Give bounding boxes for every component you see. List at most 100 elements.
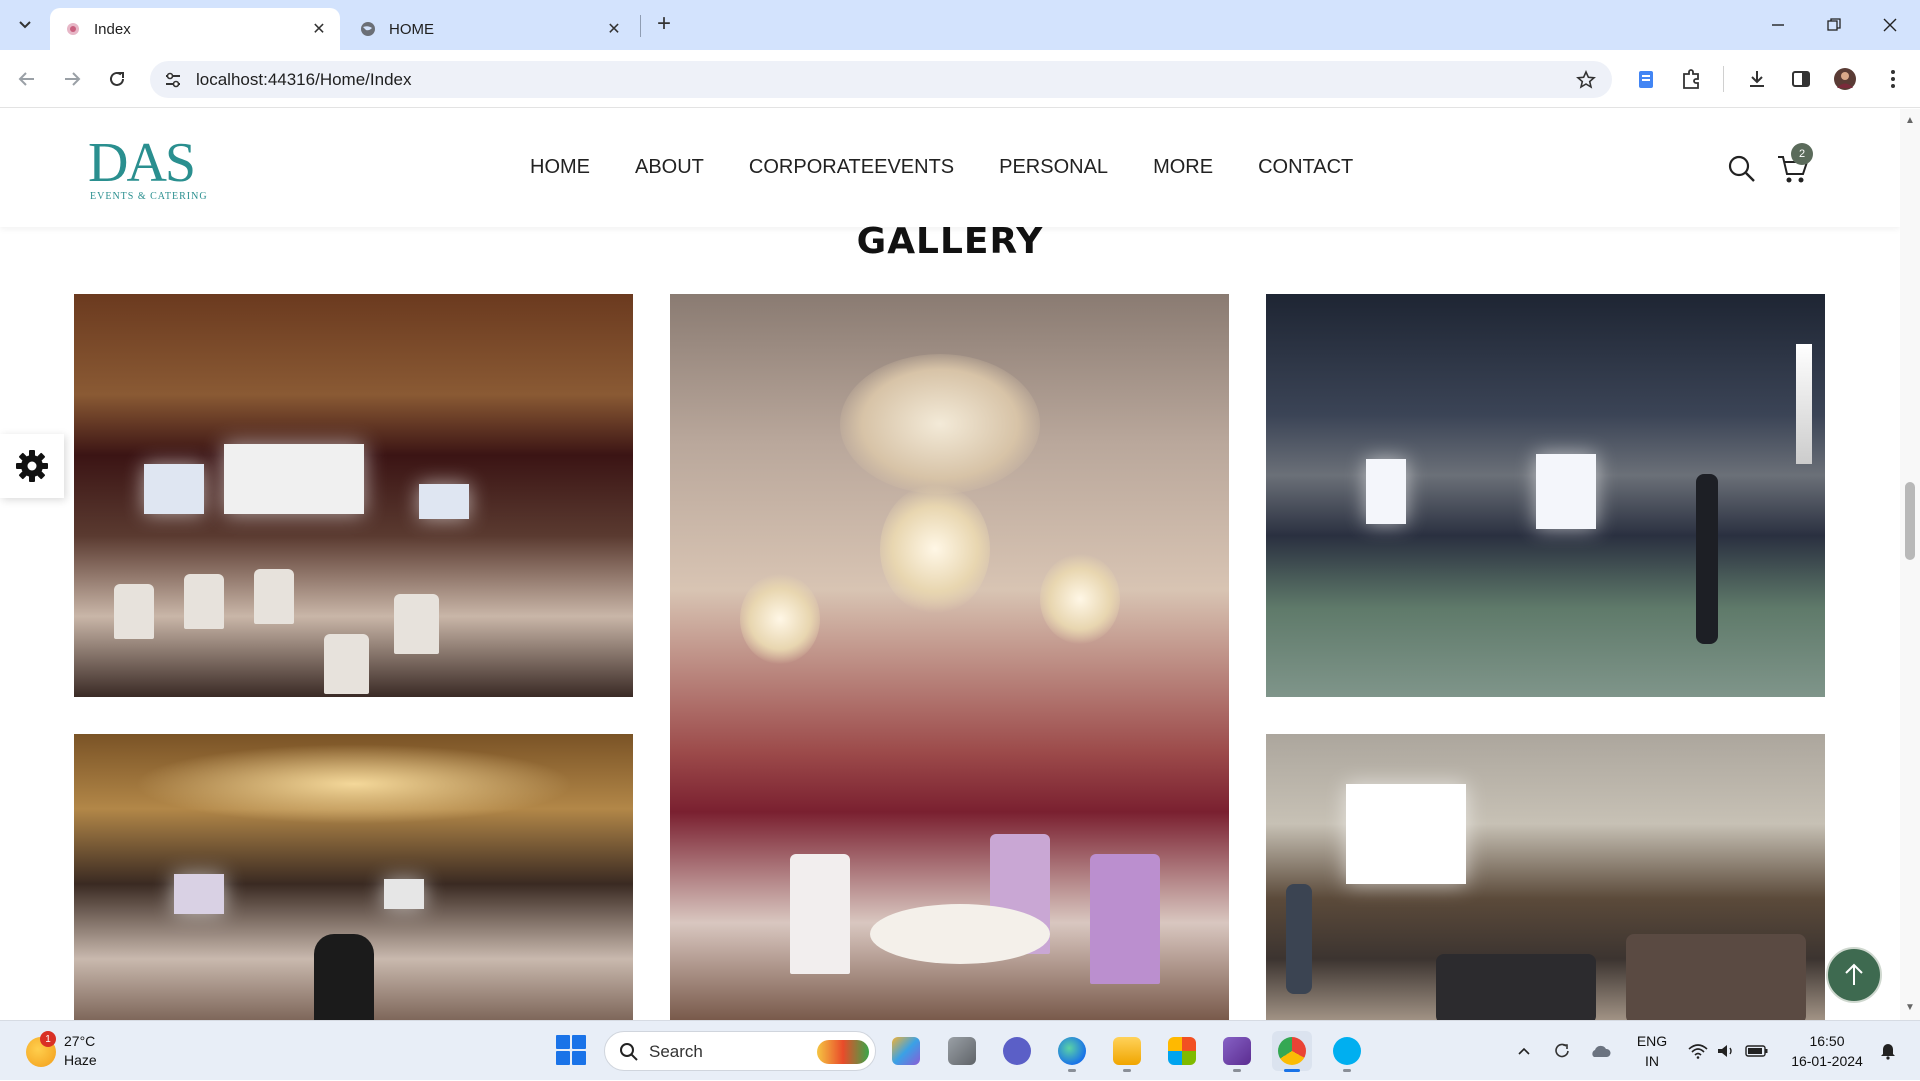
presenter-figure xyxy=(1286,884,1312,994)
skype-icon xyxy=(1333,1037,1361,1065)
back-button[interactable] xyxy=(11,63,43,95)
toolbar-divider xyxy=(1723,66,1724,92)
weather-temp: 27°C xyxy=(64,1033,96,1049)
seat-shape xyxy=(254,569,294,624)
taskbar-app-chrome[interactable] xyxy=(1272,1031,1312,1072)
minimize-button[interactable] xyxy=(1750,0,1806,50)
search-icon[interactable] xyxy=(1727,154,1757,184)
more-vertical-icon[interactable] xyxy=(1879,65,1907,93)
language-code: ENG xyxy=(1636,1033,1668,1049)
logo-mark: DAS xyxy=(88,132,196,194)
person-figure xyxy=(314,934,374,1020)
nav-home[interactable]: HOME xyxy=(530,156,590,179)
arrow-left-icon xyxy=(18,72,34,86)
onedrive-cloud-icon[interactable] xyxy=(1586,1021,1614,1081)
nav-corporate-events[interactable]: CORPORATEEVENTS xyxy=(749,156,954,179)
page-viewport: DAS EVENTS & CATERING HOME ABOUT CORPORA… xyxy=(0,109,1900,1020)
nav-personal[interactable]: PERSONAL xyxy=(999,156,1108,179)
taskbar-app-store[interactable] xyxy=(1162,1031,1202,1071)
gallery-image-stage-speaker[interactable] xyxy=(1266,294,1825,697)
language-indicator[interactable]: ENG IN xyxy=(1630,1031,1674,1071)
taskbar-app-taskview[interactable] xyxy=(942,1031,982,1071)
tab-title: Index xyxy=(94,20,131,38)
taskbar-search[interactable]: Search xyxy=(604,1031,876,1071)
tray-overflow-chevron-icon[interactable] xyxy=(1510,1021,1538,1081)
reload-button[interactable] xyxy=(101,63,133,95)
search-placeholder: Search xyxy=(649,1042,703,1061)
browser-toolbar: localhost:44316/Home/Index xyxy=(0,50,1920,108)
page-scrollbar[interactable]: ▲ ▼ xyxy=(1900,109,1920,1020)
tab-search-button[interactable] xyxy=(10,9,40,39)
gallery-image-chandelier-dining[interactable] xyxy=(670,294,1229,1020)
chair-shape xyxy=(790,854,850,974)
minimize-icon xyxy=(1772,24,1784,26)
seat-shape xyxy=(324,634,369,694)
video-call-icon xyxy=(1003,1037,1031,1065)
extensions-puzzle-icon[interactable] xyxy=(1677,65,1705,93)
new-tab-button[interactable]: + xyxy=(650,10,678,38)
tab-title: HOME xyxy=(389,20,434,38)
chandelier-shape xyxy=(1040,554,1120,644)
tab-separator xyxy=(640,15,641,37)
speaker-figure xyxy=(1696,474,1718,644)
arrow-right-icon xyxy=(65,72,81,86)
notification-badge: 1 xyxy=(40,1031,56,1047)
nav-about[interactable]: ABOUT xyxy=(635,156,704,179)
close-icon[interactable]: ✕ xyxy=(603,18,625,40)
bookmark-star-icon[interactable] xyxy=(1574,68,1598,92)
start-button[interactable] xyxy=(556,1035,586,1065)
weather-widget[interactable]: 1 27°C Haze xyxy=(22,1031,142,1071)
close-icon[interactable]: ✕ xyxy=(308,18,330,40)
taskbar-app-skype[interactable] xyxy=(1327,1031,1367,1072)
clock-date: 16-01-2024 xyxy=(1791,1053,1863,1069)
tab-index[interactable]: Index ✕ xyxy=(50,8,340,50)
system-clock[interactable]: 16:50 16-01-2024 xyxy=(1787,1031,1867,1071)
taskbar-app-meet[interactable] xyxy=(997,1031,1037,1071)
profile-avatar[interactable] xyxy=(1831,65,1859,93)
seat-shape xyxy=(114,584,154,639)
folder-icon xyxy=(1113,1037,1141,1065)
gallery-image-seminar-room[interactable] xyxy=(1266,734,1825,1020)
cart-count-badge: 2 xyxy=(1791,143,1813,165)
scroll-up-arrow-icon[interactable]: ▲ xyxy=(1904,115,1916,127)
scrollbar-thumb[interactable] xyxy=(1905,482,1915,560)
chair-shape xyxy=(1090,854,1160,984)
volume-icon[interactable] xyxy=(1713,1021,1739,1081)
notification-bell-icon[interactable] xyxy=(1875,1021,1901,1081)
chrome-icon xyxy=(1278,1037,1306,1065)
chandelier-shape xyxy=(880,484,990,614)
screen-shape xyxy=(1536,454,1596,529)
address-bar[interactable]: localhost:44316/Home/Index xyxy=(150,61,1612,98)
download-icon[interactable] xyxy=(1743,65,1771,93)
language-region: IN xyxy=(1645,1053,1659,1069)
scroll-down-arrow-icon[interactable]: ▼ xyxy=(1904,1002,1916,1014)
audience-shape xyxy=(1626,934,1806,1020)
seat-shape xyxy=(394,594,439,654)
url-text[interactable]: localhost:44316/Home/Index xyxy=(196,70,411,90)
browser-tabstrip: Index ✕ HOME ✕ + xyxy=(0,0,1920,50)
taskbar-app-edge[interactable] xyxy=(1052,1031,1092,1072)
gallery-image-conference-hall[interactable] xyxy=(74,294,633,697)
site-settings-icon[interactable] xyxy=(162,69,184,91)
sync-icon[interactable] xyxy=(1548,1021,1576,1081)
extension-docs-icon[interactable] xyxy=(1632,65,1660,93)
site-header: DAS EVENTS & CATERING HOME ABOUT CORPORA… xyxy=(0,109,1900,227)
close-window-button[interactable] xyxy=(1862,0,1918,50)
taskbar-app-visual-studio[interactable] xyxy=(1217,1031,1257,1072)
tab-home[interactable]: HOME ✕ xyxy=(345,8,635,50)
back-to-top-button[interactable] xyxy=(1826,947,1882,1003)
settings-panel-toggle[interactable] xyxy=(0,434,64,498)
taskbar-app-copilot[interactable] xyxy=(886,1031,926,1071)
nav-more[interactable]: MORE xyxy=(1153,156,1213,179)
site-logo[interactable]: DAS EVENTS & CATERING xyxy=(88,135,230,205)
battery-icon[interactable] xyxy=(1742,1021,1772,1081)
restore-button[interactable] xyxy=(1806,0,1862,50)
nav-contact[interactable]: CONTACT xyxy=(1258,156,1353,179)
taskbar-app-explorer[interactable] xyxy=(1107,1031,1147,1072)
forward-button[interactable] xyxy=(56,63,88,95)
gallery-image-banquet-crowd[interactable] xyxy=(74,734,633,1020)
wifi-icon[interactable] xyxy=(1685,1021,1711,1081)
side-panel-icon[interactable] xyxy=(1787,65,1815,93)
screen-shape xyxy=(384,879,424,909)
table-shape xyxy=(870,904,1050,964)
